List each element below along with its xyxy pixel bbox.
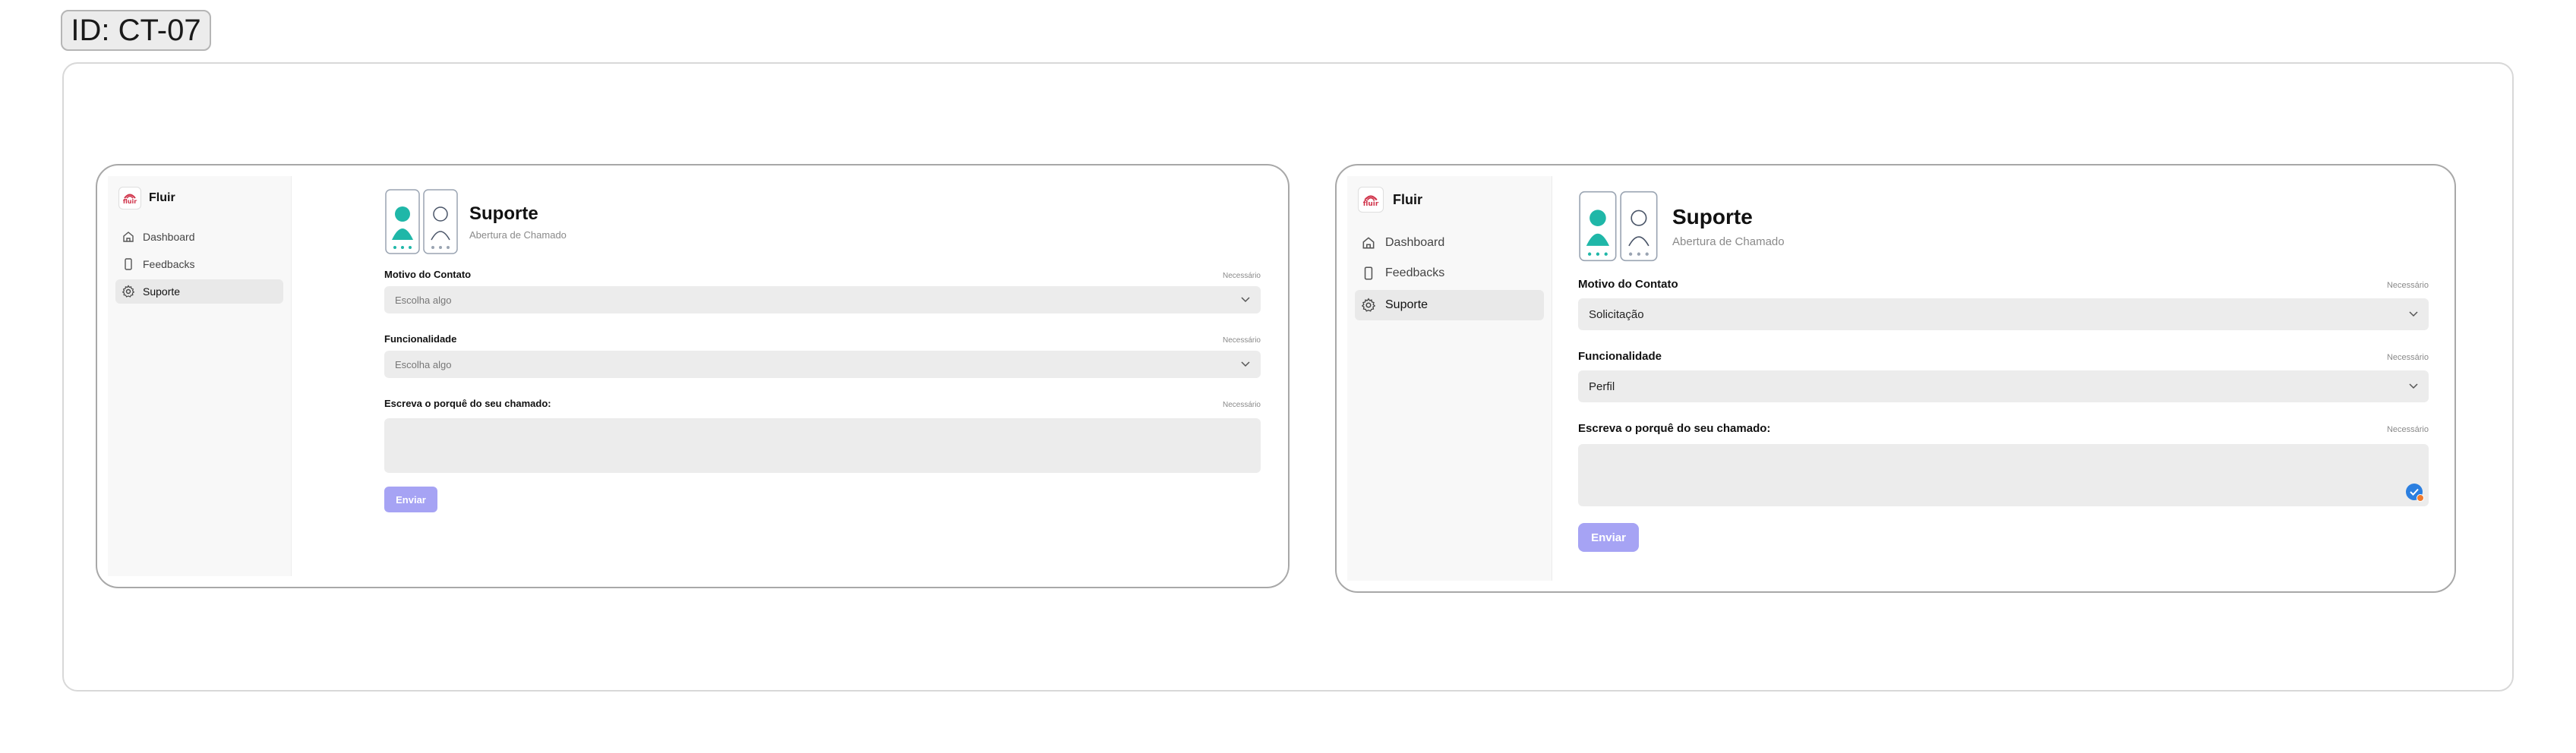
home-icon: [123, 232, 134, 242]
feature-select-value: Perfil: [1589, 380, 1615, 393]
support-illustration: [385, 189, 458, 254]
page-title: Suporte: [469, 203, 538, 224]
required-hint: Necessário: [2386, 353, 2429, 362]
chevron-down-icon: [2409, 383, 2418, 389]
phone-icon: [1364, 266, 1373, 280]
feature-select[interactable]: Escolha algo: [384, 351, 1261, 378]
phone-icon: [125, 258, 132, 270]
reason-label-row: Motivo do Contato Necessário: [384, 269, 1261, 280]
sidebar-item-feedbacks[interactable]: Feedbacks: [115, 252, 283, 276]
grammar-assistant-icon[interactable]: [2406, 484, 2424, 502]
page-header: Suporte Abertura de Chamado: [1578, 188, 2429, 264]
sidebar-item-suporte[interactable]: Suporte: [1355, 290, 1544, 320]
header-text: Suporte Abertura de Chamado: [1672, 205, 1785, 248]
fluir-logo: fluir: [118, 187, 141, 210]
brand-name: Fluir: [149, 191, 175, 204]
app-layout: fluir Fluir Dashboard Feedbacks Suporte: [1347, 176, 2444, 581]
reason-select-value: Escolha algo: [395, 294, 452, 306]
brand-name: Fluir: [1393, 191, 1422, 207]
reason-label: Motivo do Contato: [1578, 278, 1678, 291]
header-text: Suporte Abertura de Chamado: [469, 203, 567, 241]
page-header: Suporte Abertura de Chamado: [384, 187, 1261, 257]
sidebar-item-label: Suporte: [1385, 298, 1428, 311]
reason-label: Motivo do Contato: [384, 269, 472, 280]
main-content: Suporte Abertura de Chamado Motivo do Co…: [1552, 176, 2444, 581]
fluir-logo: fluir: [1358, 187, 1384, 213]
required-hint: Necessário: [2386, 281, 2429, 290]
chevron-down-icon: [2409, 311, 2418, 317]
chevron-down-icon: [1241, 297, 1250, 303]
app-layout: fluir Fluir Dashboard Feedbacks Suporte: [108, 176, 1277, 576]
home-icon: [1362, 237, 1375, 249]
gear-icon: [1361, 298, 1376, 312]
description-label-row: Escreva o porquê do seu chamado: Necessá…: [384, 398, 1261, 409]
reason-select[interactable]: Solicitação: [1578, 298, 2429, 330]
feature-label-row: Funcionalidade Necessário: [384, 333, 1261, 345]
feature-select-value: Escolha algo: [395, 358, 452, 370]
chevron-down-icon: [1241, 361, 1250, 367]
submit-button[interactable]: Enviar: [1578, 523, 1639, 552]
sidebar-item-label: Dashboard: [143, 231, 195, 243]
gear-icon: [122, 285, 135, 298]
screen-1-frame: fluir Fluir Dashboard Feedbacks Suporte: [96, 164, 1290, 588]
feature-label: Funcionalidade: [384, 333, 457, 345]
sidebar: fluir Fluir Dashboard Feedbacks Suporte: [1347, 176, 1552, 581]
sidebar-item-dashboard[interactable]: Dashboard: [1355, 229, 1544, 257]
logo-mark-icon: [1364, 194, 1378, 200]
reason-select-value: Solicitação: [1589, 307, 1644, 321]
sidebar-item-label: Suporte: [143, 285, 181, 298]
required-hint: Necessário: [1222, 401, 1261, 409]
feature-label: Funcionalidade: [1578, 350, 1662, 363]
description-textarea[interactable]: [1578, 444, 2429, 506]
description-label: Escreva o porquê do seu chamado:: [1578, 422, 1771, 435]
reason-select[interactable]: Escolha algo: [384, 286, 1261, 313]
reason-label-row: Motivo do Contato Necessário: [1578, 278, 2429, 291]
required-hint: Necessário: [1222, 272, 1261, 280]
feature-select[interactable]: Perfil: [1578, 370, 2429, 402]
brand: fluir Fluir: [115, 187, 283, 210]
feature-label-row: Funcionalidade Necessário: [1578, 350, 2429, 363]
sidebar-item-label: Feedbacks: [143, 258, 195, 270]
sidebar-item-label: Dashboard: [1385, 236, 1445, 249]
check-icon: [2410, 488, 2419, 496]
description-label-row: Escreva o porquê do seu chamado: Necessá…: [1578, 422, 2429, 435]
page-title: Suporte: [1672, 204, 1753, 228]
sidebar-item-dashboard[interactable]: Dashboard: [115, 225, 283, 249]
logo-text: fluir: [1362, 200, 1379, 208]
sidebar-item-feedbacks[interactable]: Feedbacks: [1355, 260, 1544, 287]
description-label: Escreva o porquê do seu chamado:: [384, 398, 551, 409]
description-textarea[interactable]: [384, 418, 1261, 473]
screen-2-frame: fluir Fluir Dashboard Feedbacks Suporte: [1335, 164, 2456, 593]
sidebar-item-suporte[interactable]: Suporte: [115, 279, 283, 304]
submit-button[interactable]: Enviar: [384, 487, 437, 512]
sidebar-item-label: Feedbacks: [1385, 266, 1445, 279]
required-hint: Necessário: [2386, 425, 2429, 434]
main-content: Suporte Abertura de Chamado Motivo do Co…: [292, 176, 1277, 576]
sidebar: fluir Fluir Dashboard Feedbacks Suporte: [108, 176, 292, 576]
support-illustration: [1579, 191, 1658, 262]
id-badge: ID: CT-07: [61, 10, 211, 51]
required-hint: Necessário: [1222, 336, 1261, 345]
page-subtitle: Abertura de Chamado: [1672, 235, 1785, 248]
logo-text: fluir: [122, 198, 137, 205]
page-subtitle: Abertura de Chamado: [469, 228, 567, 241]
brand: fluir Fluir: [1355, 187, 1544, 213]
